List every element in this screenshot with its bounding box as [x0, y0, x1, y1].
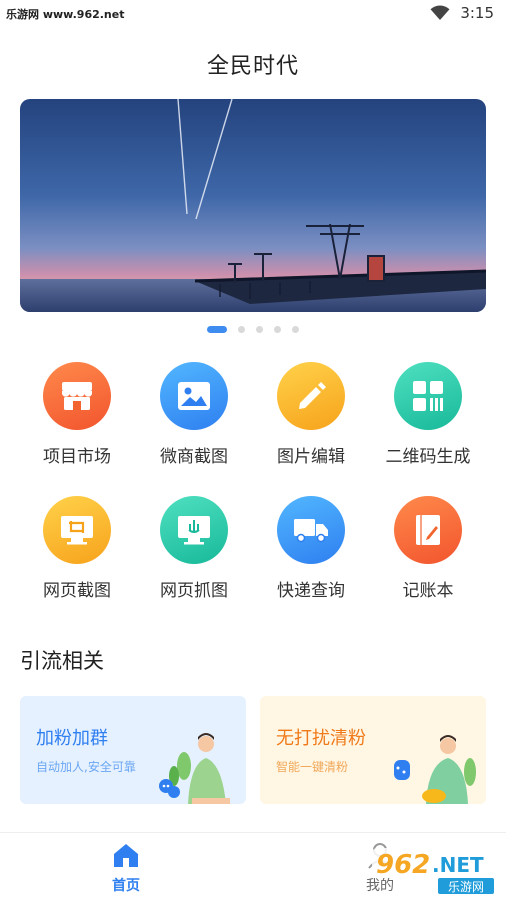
feature-project-market[interactable]: 项目市场 [22, 362, 132, 467]
status-watermark: 乐游网 www.962.net [6, 8, 125, 21]
svg-text:乐游网: 乐游网 [448, 880, 484, 894]
screen-crop-icon [43, 496, 111, 564]
section-title: 引流相关 [20, 649, 104, 673]
feature-label: 项目市场 [43, 447, 111, 467]
shop-icon [43, 362, 111, 430]
home-icon [114, 844, 138, 867]
nav-label: 首页 [112, 878, 140, 894]
page-title: 全民时代 [206, 54, 299, 79]
truck-icon [277, 496, 345, 564]
card-subtitle: 智能一键清粉 [276, 760, 349, 774]
carousel-dot[interactable] [274, 326, 281, 333]
card-add-fans[interactable]: 加粉加群 自动加人,安全可靠 [20, 696, 246, 804]
carousel-dot-active[interactable] [207, 326, 227, 333]
feature-webpage-capture[interactable]: 网页抓图 [139, 496, 249, 601]
feature-account-book[interactable]: 记账本 [373, 496, 483, 601]
card-title: 无打扰清粉 [276, 728, 366, 749]
nav-item-home[interactable]: 首页 [86, 841, 166, 895]
carousel-indicator [0, 326, 506, 333]
wifi-icon [430, 5, 450, 21]
feature-express-tracking[interactable]: 快递查询 [256, 496, 366, 601]
notebook-icon [394, 496, 462, 564]
pencil-icon [277, 362, 345, 430]
people-chat-illustration [159, 733, 230, 804]
feature-label: 网页抓图 [160, 581, 228, 601]
feature-label: 微商截图 [160, 447, 228, 467]
feature-webpage-screenshot[interactable]: 网页截图 [22, 496, 132, 601]
feature-wechat-screenshot[interactable]: 微商截图 [139, 362, 249, 467]
carousel-dot[interactable] [256, 326, 263, 333]
feature-label: 网页截图 [43, 581, 111, 601]
qrcode-icon [394, 362, 462, 430]
banner-image [20, 99, 486, 312]
banner-carousel[interactable] [20, 99, 486, 312]
feature-label: 快递查询 [277, 581, 345, 601]
carousel-dot[interactable] [238, 326, 245, 333]
feature-label: 图片编辑 [277, 447, 345, 467]
person-clean-illustration [394, 735, 476, 804]
status-time: 3:15 [460, 4, 494, 22]
status-bar: 乐游网 www.962.net 3:15 [0, 0, 506, 30]
screen-capture-icon [160, 496, 228, 564]
card-clear-fans[interactable]: 无打扰清粉 智能一键清粉 [260, 696, 486, 804]
card-title: 加粉加群 [36, 728, 108, 749]
image-icon [160, 362, 228, 430]
watermark-logo: 962 .NET 乐游网 [372, 848, 496, 894]
feature-image-editor[interactable]: 图片编辑 [256, 362, 366, 467]
card-subtitle: 自动加人,安全可靠 [36, 760, 136, 774]
feature-label: 记账本 [402, 581, 454, 601]
feature-qrcode-generator[interactable]: 二维码生成 [373, 362, 483, 467]
carousel-dot[interactable] [292, 326, 299, 333]
svg-text:.NET: .NET [432, 853, 484, 877]
status-right: 3:15 [430, 4, 494, 22]
feature-label: 二维码生成 [385, 447, 471, 467]
svg-text:962: 962 [376, 850, 430, 880]
